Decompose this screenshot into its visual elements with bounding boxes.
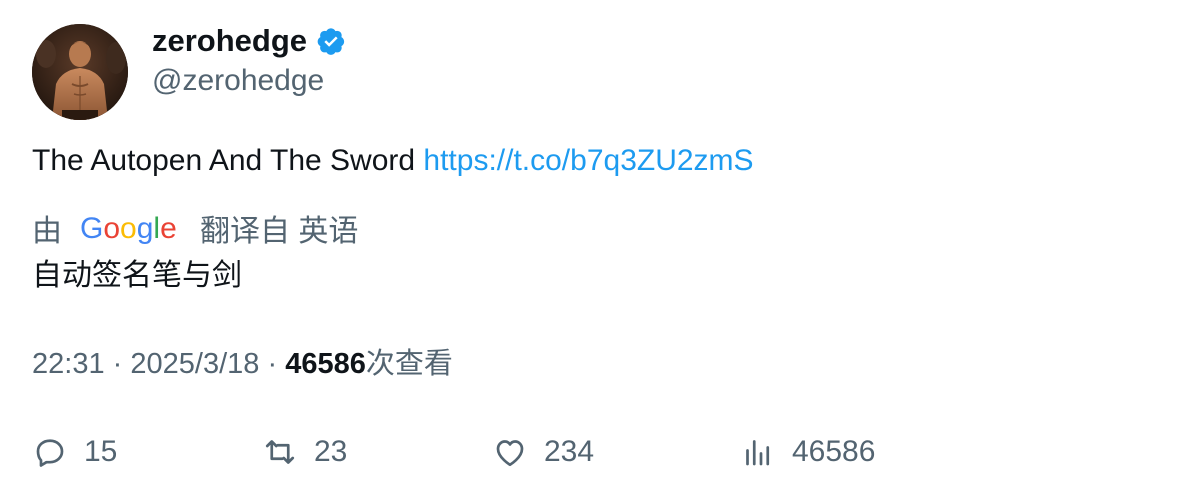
tweet-meta: 22:31 · 2025/3/18 · 46586次查看 [32, 344, 453, 384]
reply-icon [32, 434, 68, 470]
verified-badge-icon [316, 26, 346, 56]
translation-prefix: 由 [32, 215, 62, 248]
reply-button[interactable]: 15 [32, 430, 117, 474]
like-button[interactable]: 234 [492, 430, 594, 474]
retweet-count: 23 [314, 435, 348, 468]
heart-icon [492, 434, 528, 470]
views-action-count: 46586 [792, 435, 876, 468]
views-button[interactable]: 46586 [740, 430, 875, 474]
reply-count: 15 [84, 435, 118, 468]
avatar-image [32, 24, 128, 120]
tweet-date[interactable]: 2025/3/18 [130, 348, 259, 380]
display-name-text[interactable]: zerohedge [152, 22, 307, 60]
tweet-card: zerohedge @zerohedge The Autopen And The… [0, 0, 1196, 498]
tweet-link[interactable]: https://t.co/b7q3ZU2zmS [423, 144, 753, 177]
avatar[interactable] [32, 24, 128, 120]
meta-separator: · [112, 348, 123, 380]
svg-text:Google: Google [80, 212, 177, 245]
analytics-bar-icon [740, 434, 776, 470]
like-count: 234 [544, 435, 595, 468]
retweet-icon [262, 434, 298, 470]
user-handle[interactable]: @zerohedge [152, 62, 324, 100]
display-name[interactable]: zerohedge [152, 22, 346, 60]
retweet-button[interactable]: 23 [262, 430, 347, 474]
views-label: 次查看 [365, 348, 453, 380]
translation-suffix: 翻译自 英语 [200, 215, 359, 248]
translated-text: 自动签名笔与剑 [32, 259, 242, 292]
views-count: 46586 [285, 348, 366, 380]
google-logo-icon[interactable]: Google [80, 208, 180, 248]
translation-attribution: 由 Google 翻译自 英语 [32, 208, 358, 248]
tweet-body: The Autopen And The Sword [32, 144, 416, 177]
meta-separator: · [267, 348, 278, 380]
tweet-time[interactable]: 22:31 [32, 348, 105, 380]
tweet-text: The Autopen And The Sword https://t.co/b… [32, 142, 754, 180]
